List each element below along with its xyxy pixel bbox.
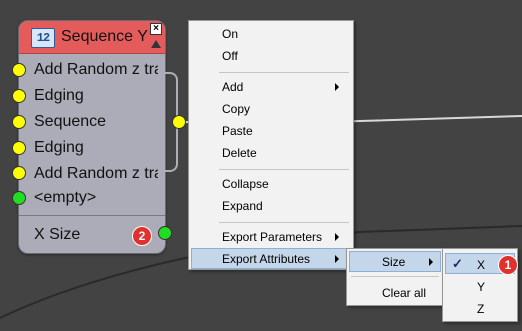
menu-item-copy[interactable]: Copy [222, 102, 250, 116]
submenu-arrow-icon [335, 233, 339, 241]
sequence-node-icon: 12 [31, 28, 55, 48]
menu-item-add[interactable]: Add [222, 80, 243, 94]
x-badge: 1 [498, 255, 518, 275]
collapse-triangle-icon[interactable] [151, 40, 161, 48]
menu-item-delete[interactable]: Delete [222, 146, 257, 160]
input-port-empty[interactable] [12, 191, 26, 205]
export-attributes-submenu: Size Clear all [346, 248, 444, 306]
node-header[interactable]: 12 Sequence Y × [19, 21, 165, 54]
node-divider [19, 215, 165, 216]
menu-item-expand[interactable]: Expand [222, 199, 263, 213]
menu-separator [219, 169, 349, 170]
menu-separator [219, 222, 349, 223]
submenu-arrow-icon [429, 258, 433, 266]
menu-item-export-attributes[interactable]: Export Attributes [222, 252, 310, 266]
node-input-label-5: Add Random z tra [34, 165, 158, 182]
menu-item-collapse[interactable]: Collapse [222, 177, 269, 191]
input-port-5[interactable] [12, 166, 26, 180]
input-port-3[interactable] [12, 115, 26, 129]
menu-item-size[interactable]: Size [382, 255, 405, 269]
close-icon[interactable]: × [150, 23, 162, 35]
node-input-label-1: Add Random z tra [34, 61, 158, 78]
menu-item-paste[interactable]: Paste [222, 124, 253, 138]
node-input-label-4: Edging [34, 139, 84, 156]
menu-item-off[interactable]: Off [222, 49, 238, 63]
output-port-sequence[interactable] [172, 115, 186, 129]
submenu-arrow-icon [335, 83, 339, 91]
size-submenu: ✓ X 1 Y Z [442, 248, 518, 322]
input-port-1[interactable] [12, 63, 26, 77]
input-port-4[interactable] [12, 141, 26, 155]
context-menu: On Off Add Copy Paste Delete Collapse Ex… [188, 20, 354, 270]
sequence-node[interactable]: 12 Sequence Y × Add Random z tra Edging … [18, 20, 166, 254]
menu-item-clear-all[interactable]: Clear all [382, 286, 426, 300]
menu-item-z[interactable]: Z [477, 302, 484, 316]
menu-item-on[interactable]: On [222, 27, 238, 41]
node-title: Sequence Y [61, 28, 148, 45]
menu-separator [219, 72, 349, 73]
menu-separator [351, 276, 439, 277]
input-port-2[interactable] [12, 89, 26, 103]
node-input-label-2: Edging [34, 87, 84, 104]
checkmark-icon: ✓ [452, 256, 463, 271]
menu-item-y[interactable]: Y [477, 280, 485, 294]
output-port-x-size[interactable] [158, 226, 172, 240]
submenu-arrow-icon [335, 255, 339, 263]
node-input-label-3: Sequence [34, 113, 107, 130]
menu-item-x[interactable]: X [477, 258, 485, 272]
output-badge: 2 [132, 226, 152, 246]
menu-item-export-parameters[interactable]: Export Parameters [222, 230, 322, 244]
node-input-label-6: <empty> [34, 189, 97, 206]
